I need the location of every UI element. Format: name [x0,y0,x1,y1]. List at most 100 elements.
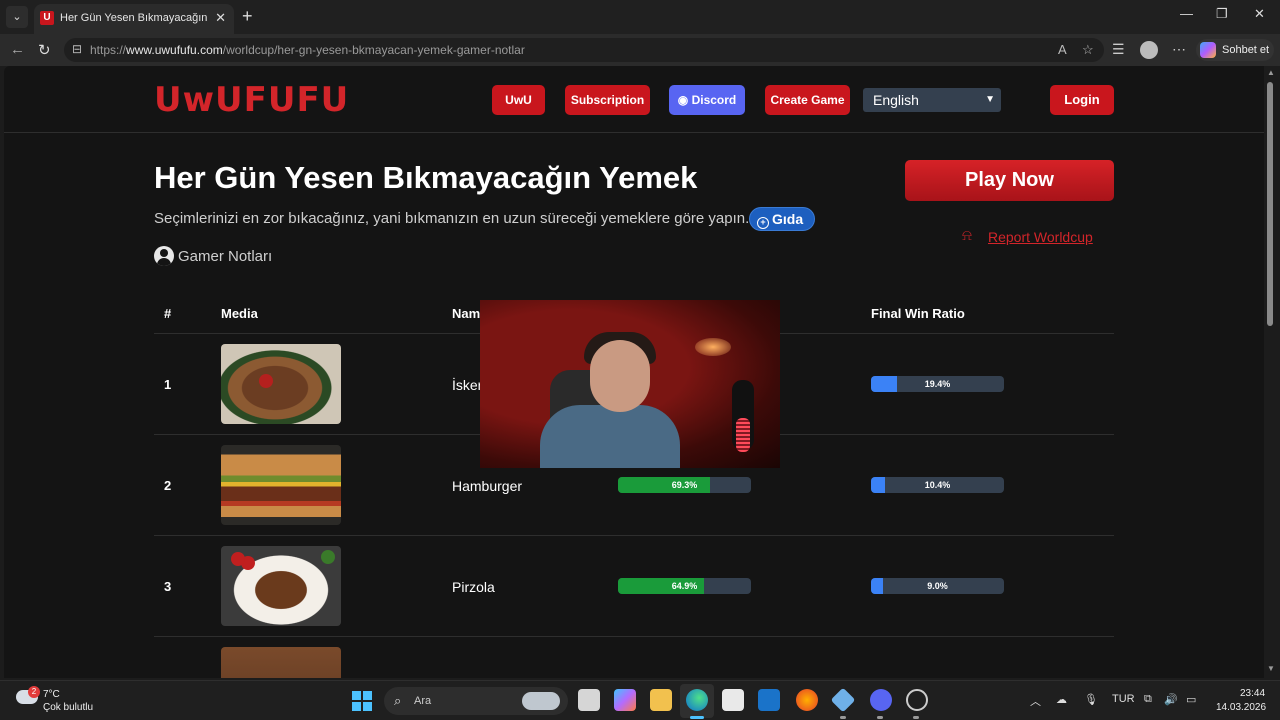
obs-icon[interactable] [906,689,928,711]
firefox-icon[interactable] [796,689,818,711]
language-value: English [873,92,919,108]
new-tab-icon[interactable]: + [242,6,253,27]
clock-date[interactable]: 14.03.2026 [1216,702,1266,713]
row-rank: 2 [164,478,172,493]
start-button[interactable] [352,691,372,711]
input-language[interactable]: TUR [1112,693,1135,705]
windows-taskbar: 2 7°C Çok bulutlu ⌕ Ara ︿ ☁ 🎙 TUR ⧉ 🔊 ▭ … [0,680,1280,720]
report-worldcup-link[interactable]: ⍾ Report Worldcup [962,227,1093,245]
windows-logo-tile [352,691,361,700]
webcam-overlay [480,300,780,468]
tab-actions-menu-icon[interactable]: ⌄ [6,6,28,28]
copilot-icon [1200,42,1216,58]
create-game-button[interactable]: Create Game [765,85,850,115]
weather-badge: 2 [28,686,40,698]
food-image[interactable] [221,647,341,678]
onedrive-icon[interactable]: ☁ [1056,693,1067,706]
store-icon[interactable] [722,689,744,711]
table-row: 3 Pirzola 64.9% 9.0% [154,536,1114,637]
outlook-icon[interactable] [758,689,780,711]
close-tab-icon[interactable]: ✕ [215,10,226,26]
plus-circle-icon: + [757,217,769,229]
favorite-star-icon[interactable]: ☆ [1082,42,1094,58]
taskbar-search[interactable]: ⌕ Ara [384,687,568,715]
worldcup-description: Seçimlerinizi en zor bıkacağınız, yani b… [154,210,750,227]
column-header-media: Media [221,306,258,321]
minimize-icon[interactable]: — [1180,6,1193,21]
worldcup-title: Her Gün Yesen Bıkmayacağın Yemek [154,160,698,195]
subscription-button[interactable]: Subscription [565,85,650,115]
edge-icon[interactable] [686,689,708,711]
read-aloud-icon[interactable]: A [1058,42,1067,57]
discord-button[interactable]: ◉ Discord [669,85,745,115]
volume-icon[interactable]: 🔊 [1164,693,1178,706]
microphone-icon[interactable]: 🎙 [1084,693,1098,706]
weather-temperature[interactable]: 7°C [43,689,60,700]
author[interactable]: Gamer Notları [154,246,272,266]
network-icon[interactable]: ⧉ [1144,693,1152,706]
app-running-indicator [877,716,883,719]
copilot-button[interactable]: Sohbet et [1196,39,1274,61]
show-hidden-icons-icon[interactable]: ︿ [1030,693,1041,709]
app-diamond-icon[interactable] [830,687,856,713]
uwu-button[interactable]: UwU [492,85,545,115]
task-view-icon[interactable] [578,689,600,711]
final-win-ratio-bar: 19.4% [871,376,1004,392]
back-icon[interactable]: ← [10,41,25,58]
column-header-final-win-ratio[interactable]: Final Win Ratio [871,306,965,321]
copilot-label: Sohbet et [1222,44,1270,56]
favorites-icon[interactable]: ☰ [1112,41,1125,58]
search-highlight-icon [522,692,560,710]
close-window-icon[interactable]: ✕ [1254,6,1265,22]
file-explorer-icon[interactable] [650,689,672,711]
refresh-icon[interactable]: ↻ [38,41,51,59]
discord-taskbar-icon[interactable] [870,689,892,711]
scroll-up-icon[interactable]: ▲ [1267,68,1275,77]
row-name: İsker [452,377,483,393]
browser-tab-bar: ⌄ U Her Gün Yesen Bıkmayacağın Yemek ✕ +… [0,0,1280,34]
url-text: https://www.uwufufu.com/worldcup/her-gn-… [90,43,525,57]
site-header: UwUFUFU UwU Subscription ◉ Discord Creat… [4,66,1264,133]
author-name: Gamer Notları [178,248,273,265]
food-image[interactable] [221,445,341,525]
category-tag[interactable]: + Gıda [749,207,815,231]
scrollbar-thumb[interactable] [1267,82,1273,326]
microphone-light [736,418,750,452]
site-logo[interactable]: UwUFUFU [154,80,349,120]
streamer-body [540,405,680,468]
food-image[interactable] [221,546,341,626]
app-running-indicator [840,716,846,719]
windows-logo-tile [363,691,372,700]
win-rate-bar: 64.9% [618,578,751,594]
weather-description[interactable]: Çok bulutlu [43,702,93,713]
streamer-face [590,340,650,412]
copilot-app-icon[interactable] [614,689,636,711]
search-icon: ⌕ [394,693,402,708]
language-select[interactable]: English ▼ [863,88,1001,112]
search-label: Ara [414,695,432,707]
site-info-icon[interactable]: ⊟ [72,42,82,56]
more-options-icon[interactable]: ⋯ [1172,41,1186,58]
scroll-down-icon[interactable]: ▼ [1267,664,1275,673]
browser-tab[interactable]: U Her Gün Yesen Bıkmayacağın Yemek ✕ [34,4,234,34]
final-win-ratio-bar: 9.0% [871,578,1004,594]
profile-avatar[interactable] [1140,41,1158,59]
clock-time[interactable]: 23:44 [1240,688,1265,699]
table-row [154,637,1114,678]
win-rate-bar: 69.3% [618,477,751,493]
win-rate-label: 69.3% [671,480,698,490]
final-win-ratio-label: 19.4% [924,379,951,389]
browser-toolbar: ← ↻ ⊟ https://www.uwufufu.com/worldcup/h… [0,34,1280,66]
column-header-name[interactable]: Nam [452,306,480,321]
lamp-glow [695,338,731,356]
maximize-icon[interactable]: ❐ [1216,6,1228,22]
address-bar[interactable]: ⊟ https://www.uwufufu.com/worldcup/her-g… [64,38,1104,62]
windows-logo-tile [363,702,372,711]
windows-logo-tile [352,702,361,711]
login-button[interactable]: Login [1050,85,1114,115]
discord-icon: ◉ [677,93,692,107]
battery-icon[interactable]: ▭ [1186,693,1196,706]
play-now-button[interactable]: Play Now [905,160,1114,201]
row-name: Pirzola [452,579,495,595]
food-image[interactable] [221,344,341,424]
